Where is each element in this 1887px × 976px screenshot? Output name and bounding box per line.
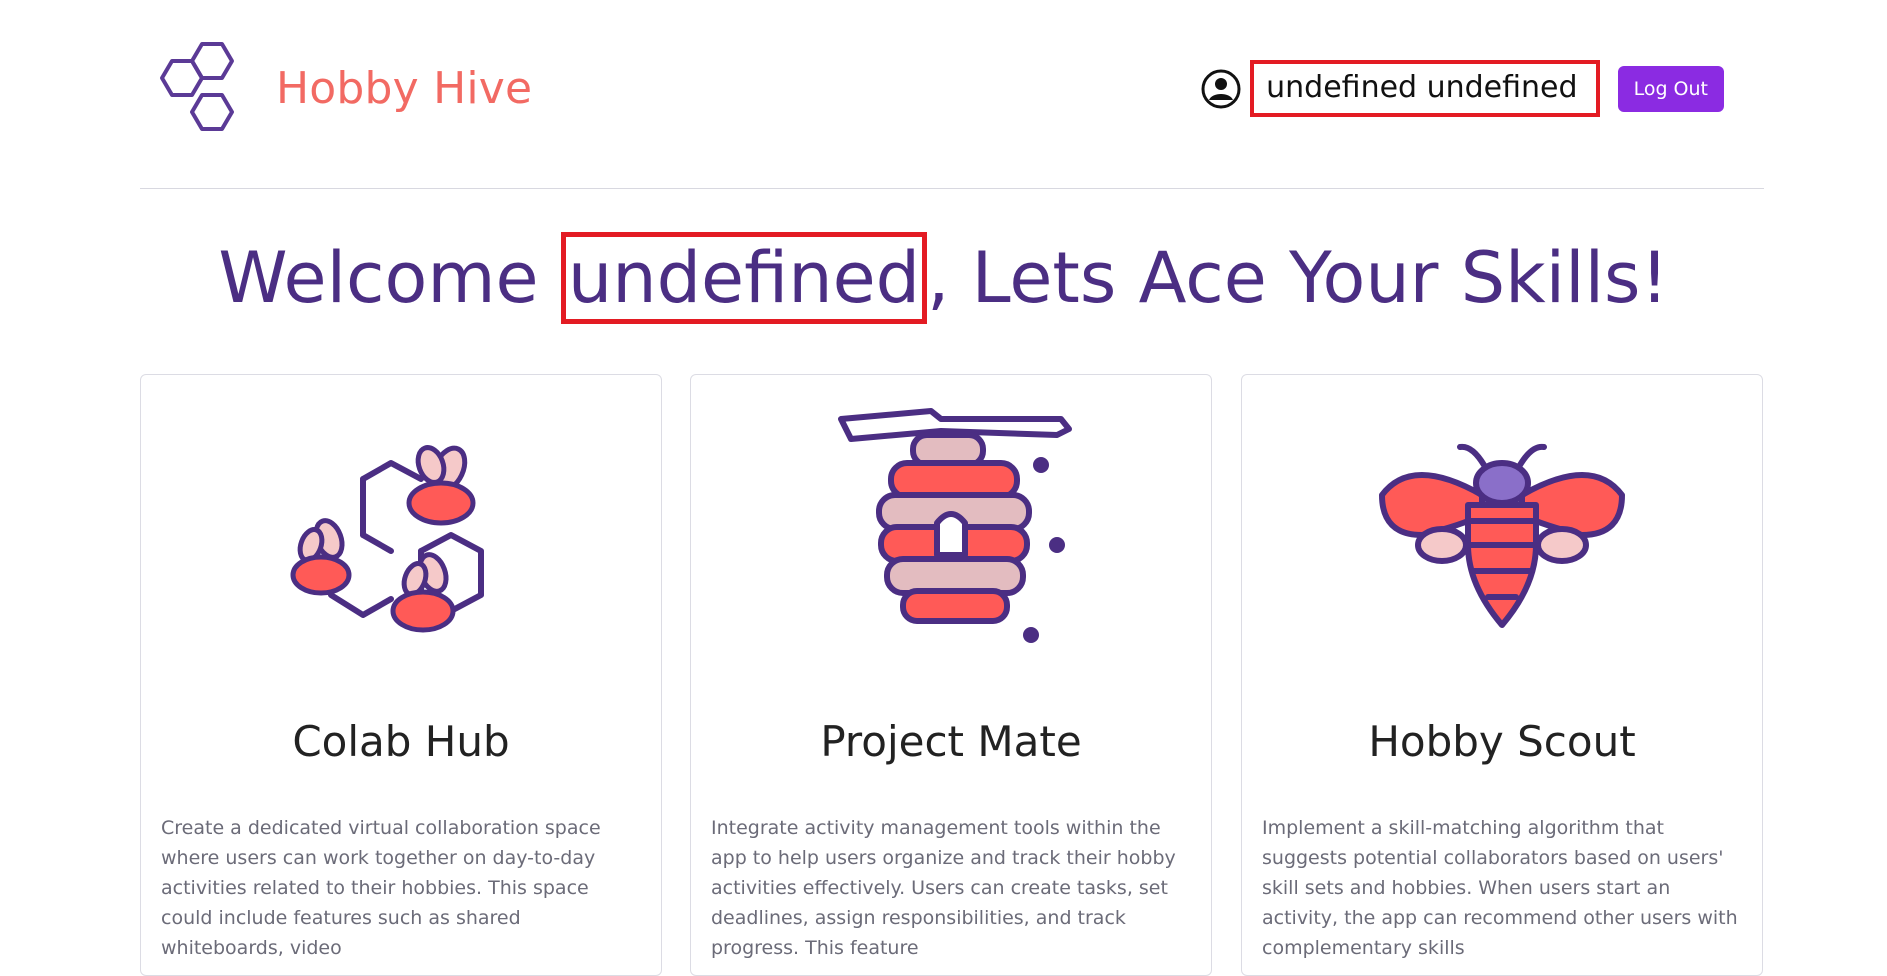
card-project-mate[interactable]: Project Mate Integrate activity manageme… (690, 374, 1212, 976)
card-description: Integrate activity management tools with… (711, 817, 1176, 959)
card-description: Create a dedicated virtual collaboration… (161, 817, 601, 959)
welcome-heading: Welcome undefined, Lets Ace Your Skills! (0, 232, 1887, 324)
page: Hobby Hive undefined undefined Log Out W… (0, 0, 1887, 976)
logout-button[interactable]: Log Out (1617, 65, 1724, 112)
beehive-icon (838, 408, 1072, 643)
brand-name: Hobby Hive (276, 62, 533, 114)
bees-honeycomb-icon (290, 445, 484, 633)
brand[interactable]: Hobby Hive (150, 38, 532, 138)
user-avatar-icon[interactable] (1200, 68, 1242, 110)
bee-icon (1379, 443, 1625, 628)
bee-3 (390, 552, 456, 633)
header-divider (140, 188, 1764, 189)
card-title: Hobby Scout (1368, 717, 1636, 766)
welcome-prefix: Welcome (218, 237, 561, 319)
card-hobby-scout[interactable]: Hobby Scout Implement a skill-matching a… (1241, 374, 1763, 976)
bee-2 (290, 518, 352, 596)
user-area: undefined undefined Log Out (1200, 60, 1724, 117)
header: Hobby Hive undefined undefined Log Out (140, 38, 1764, 158)
card-title: Colab Hub (292, 717, 510, 766)
bee-1 (406, 445, 476, 526)
card-colab-hub[interactable]: Colab Hub Create a dedicated virtual col… (140, 374, 662, 976)
card-description: Implement a skill-matching algorithm tha… (1262, 817, 1738, 959)
username: undefined undefined (1250, 60, 1600, 117)
honeycomb-logo-icon (160, 42, 234, 131)
welcome-user-name: undefined (560, 232, 928, 324)
welcome-suffix: , Lets Ace Your Skills! (927, 237, 1669, 319)
card-title: Project Mate (820, 717, 1082, 766)
